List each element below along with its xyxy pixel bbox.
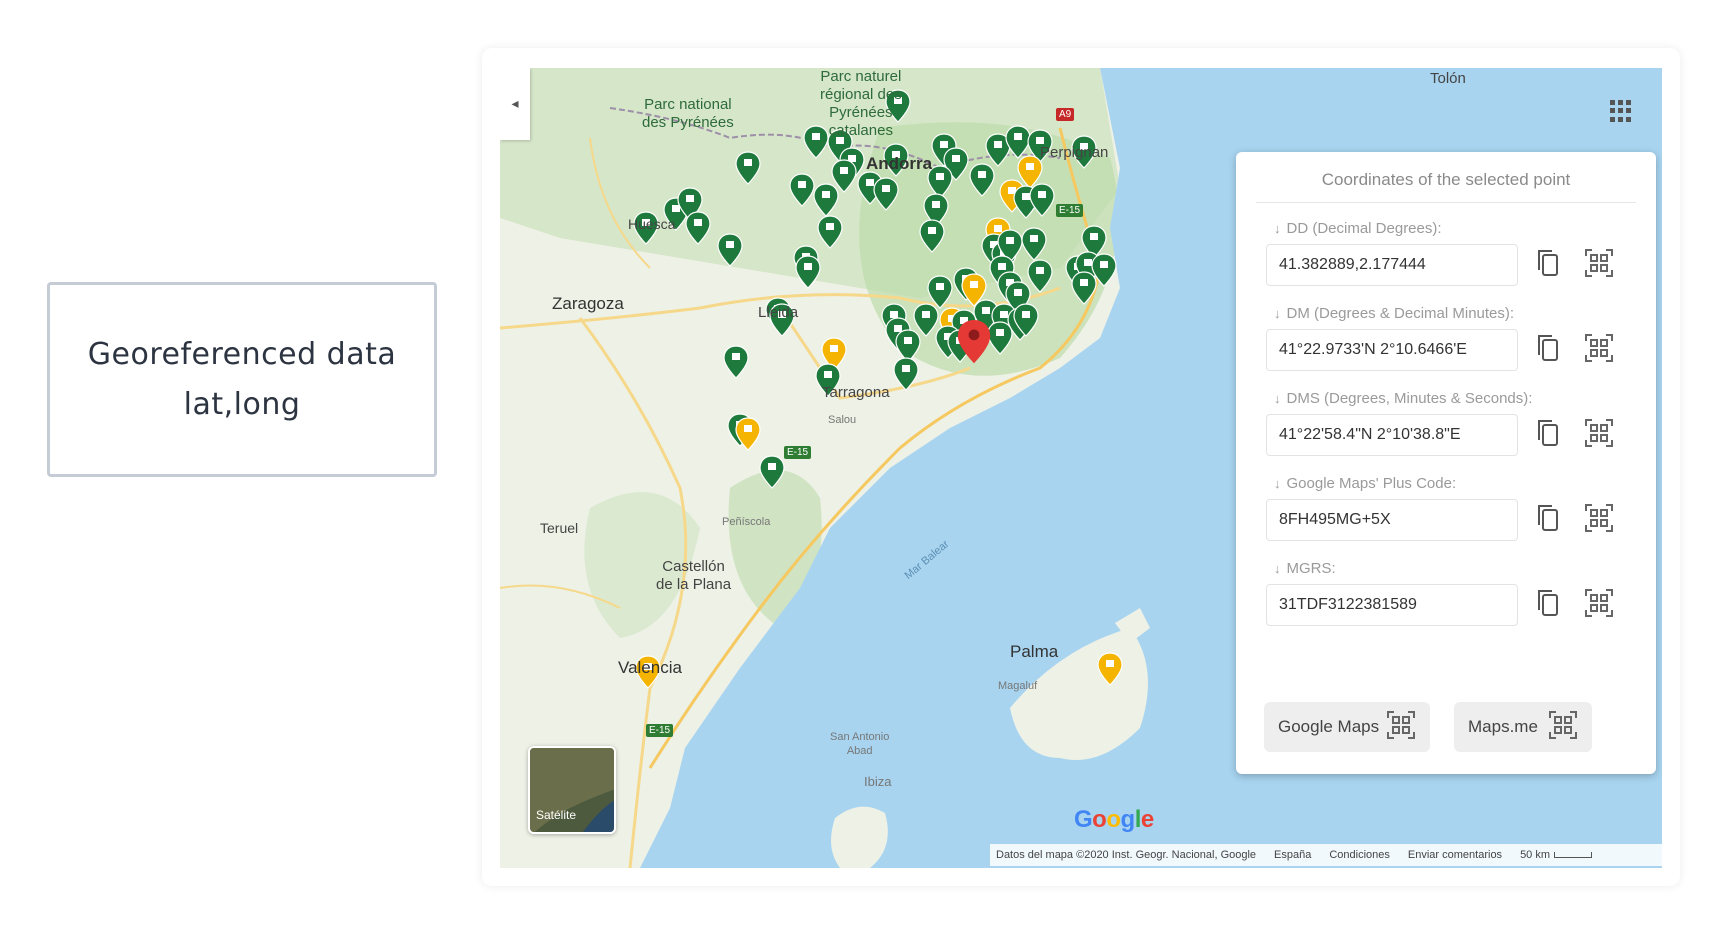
city-label: Zaragoza bbox=[552, 294, 624, 313]
qr-code-icon bbox=[1584, 503, 1614, 538]
park-label: Parc national des Pyrénées bbox=[642, 96, 734, 132]
maps-me-button[interactable]: Maps.me bbox=[1454, 702, 1592, 752]
city-label: Tarragona bbox=[822, 384, 890, 401]
road-shield: E-15 bbox=[646, 724, 674, 737]
city-label-line: Castellón bbox=[662, 558, 725, 575]
scale-indicator: 50 km bbox=[1520, 849, 1593, 861]
coordinate-format-label: ↓ DD (Decimal Degrees): bbox=[1274, 220, 1442, 237]
coordinate-format-label-text: DM (Degrees & Decimal Minutes): bbox=[1286, 305, 1515, 322]
qr-code-button[interactable] bbox=[1578, 584, 1620, 626]
copy-icon bbox=[1535, 418, 1561, 453]
arrow-down-icon: ↓ bbox=[1274, 306, 1281, 321]
city-label: Lleida bbox=[758, 304, 799, 321]
road-shield: E-15 bbox=[1056, 204, 1084, 217]
coordinate-value-field[interactable] bbox=[1266, 414, 1518, 456]
satellite-toggle[interactable]: Satélite bbox=[528, 746, 616, 834]
copy-icon bbox=[1535, 333, 1561, 368]
city-label: Peñíscola bbox=[722, 516, 771, 528]
arrow-down-icon: ↓ bbox=[1274, 221, 1281, 236]
coordinates-panel: Coordinates of the selected point ↓ DD (D… bbox=[1236, 152, 1656, 774]
city-label: Perpignan bbox=[1040, 144, 1109, 161]
city-label-line: de la Plana bbox=[656, 576, 732, 593]
park-label-line: régional des bbox=[820, 86, 902, 103]
collapse-panel-button[interactable]: ◂ bbox=[500, 68, 530, 140]
arrow-down-icon: ↓ bbox=[1274, 391, 1281, 406]
coordinate-format-label-text: DMS (Degrees, Minutes & Seconds): bbox=[1286, 390, 1533, 407]
maps-me-button-label: Maps.me bbox=[1468, 717, 1538, 736]
apps-grid-icon[interactable] bbox=[1610, 100, 1632, 122]
city-label: Magaluf bbox=[998, 680, 1038, 692]
feedback-link[interactable]: Enviar comentarios bbox=[1408, 849, 1502, 861]
coordinate-format-label: ↓ Google Maps' Plus Code: bbox=[1274, 475, 1456, 492]
qr-code-icon bbox=[1584, 248, 1614, 283]
terms-link[interactable]: Condiciones bbox=[1329, 849, 1390, 861]
qr-code-icon bbox=[1584, 333, 1614, 368]
coordinate-format-label-text: MGRS: bbox=[1286, 560, 1336, 577]
city-label: Palma bbox=[1010, 642, 1059, 661]
city-label: Teruel bbox=[540, 520, 579, 536]
google-maps-button-label: Google Maps bbox=[1278, 717, 1380, 736]
city-label: Ibiza bbox=[864, 774, 892, 789]
country-link[interactable]: España bbox=[1274, 849, 1311, 861]
copy-button[interactable] bbox=[1528, 584, 1568, 626]
city-label: Valencia bbox=[618, 658, 682, 677]
map-data-attribution: Datos del mapa ©2020 Inst. Geogr. Nacion… bbox=[996, 849, 1257, 861]
coordinate-format-label-text: DD (Decimal Degrees): bbox=[1286, 220, 1442, 237]
panel-title: Coordinates of the selected point bbox=[1256, 170, 1636, 203]
google-logo: Google bbox=[1074, 806, 1154, 833]
coordinate-format-label-text: Google Maps' Plus Code: bbox=[1286, 475, 1457, 492]
google-maps-button[interactable]: Google Maps bbox=[1264, 702, 1430, 752]
label-line-1: Georeferenced data bbox=[87, 336, 397, 372]
city-label: San Antonio Abad bbox=[830, 730, 889, 758]
road-shield: E-15 bbox=[784, 446, 812, 459]
qr-code-icon bbox=[1548, 710, 1578, 745]
copy-icon bbox=[1535, 503, 1561, 538]
copy-icon bbox=[1535, 248, 1561, 283]
coordinate-value-field[interactable] bbox=[1266, 244, 1518, 286]
park-label-line: Parc naturel bbox=[820, 68, 902, 85]
copy-button[interactable] bbox=[1528, 414, 1568, 456]
coordinate-format-label: ↓ MGRS: bbox=[1274, 560, 1336, 577]
copy-button[interactable] bbox=[1528, 329, 1568, 371]
city-label: Salou bbox=[828, 414, 857, 426]
park-label: Parc naturel régional des Pyrénées catal… bbox=[820, 68, 902, 140]
city-label: Huesca bbox=[628, 216, 676, 232]
park-label-line: Pyrénées bbox=[829, 104, 893, 121]
road-shield: A9 bbox=[1056, 108, 1075, 121]
qr-code-button[interactable] bbox=[1578, 499, 1620, 541]
georeferenced-data-label: Georeferenced data lat,long bbox=[47, 282, 437, 477]
copy-button[interactable] bbox=[1528, 244, 1568, 286]
qr-code-icon bbox=[1584, 418, 1614, 453]
qr-code-button[interactable] bbox=[1578, 244, 1620, 286]
satellite-label: Satélite bbox=[536, 808, 577, 822]
label-line-2: lat,long bbox=[183, 386, 301, 422]
park-label-line: catalanes bbox=[828, 122, 893, 139]
map-attribution-bar: Datos del mapa ©2020 Inst. Geogr. Nacion… bbox=[990, 844, 1662, 866]
coordinate-value-field[interactable] bbox=[1266, 499, 1518, 541]
scale-label: 50 km bbox=[1520, 849, 1551, 861]
arrow-down-icon: ↓ bbox=[1274, 561, 1281, 576]
park-label-line: Parc national bbox=[644, 96, 732, 113]
coordinate-value-field[interactable] bbox=[1266, 584, 1518, 626]
city-label-line: San Antonio bbox=[830, 731, 890, 743]
city-label: Andorra bbox=[866, 154, 933, 173]
qr-code-icon bbox=[1386, 710, 1416, 745]
coordinate-format-label: ↓ DMS (Degrees, Minutes & Seconds): bbox=[1274, 390, 1532, 407]
coordinate-value-field[interactable] bbox=[1266, 329, 1518, 371]
park-label-line: des Pyrénées bbox=[642, 114, 734, 131]
coordinate-format-label: ↓ DM (Degrees & Decimal Minutes): bbox=[1274, 305, 1514, 322]
arrow-down-icon: ↓ bbox=[1274, 476, 1281, 491]
city-label-line: Abad bbox=[846, 745, 873, 757]
map-view[interactable]: ◂ Tolón Parc national des Pyrénées Parc … bbox=[500, 68, 1662, 868]
copy-icon bbox=[1535, 588, 1561, 623]
qr-code-button[interactable] bbox=[1578, 414, 1620, 456]
city-label: Castellón de la Plana bbox=[656, 558, 731, 594]
qr-code-icon bbox=[1584, 588, 1614, 623]
copy-button[interactable] bbox=[1528, 499, 1568, 541]
city-label: Tolón bbox=[1430, 70, 1466, 87]
page: Georeferenced data lat,long ◂ Tolón Parc… bbox=[0, 0, 1716, 928]
qr-code-button[interactable] bbox=[1578, 329, 1620, 371]
